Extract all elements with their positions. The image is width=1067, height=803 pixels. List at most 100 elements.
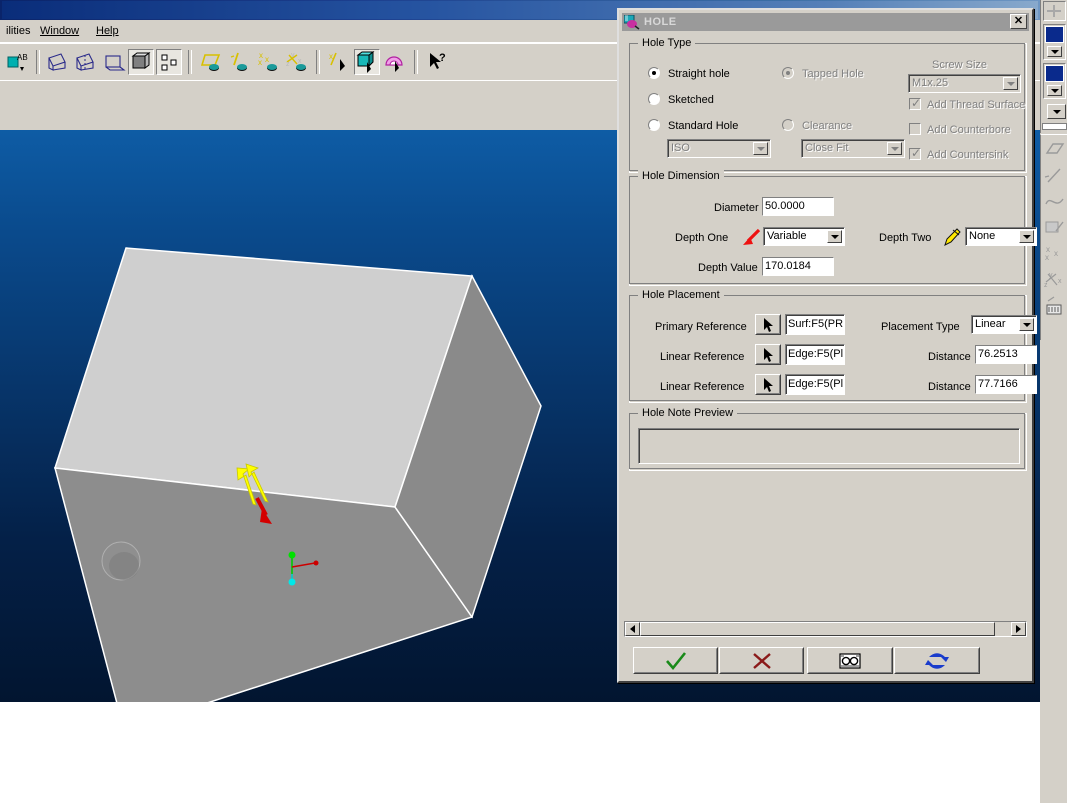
right-panel-top [1040, 0, 1067, 133]
spin-center-icon[interactable]: x [326, 49, 352, 75]
select-arrow-icon [764, 378, 773, 392]
color-swatch [1045, 26, 1064, 43]
linear-reference-1-pick-button[interactable] [755, 344, 781, 365]
screw-size-combo: M1x.25 [908, 74, 1021, 93]
chevron-down-icon [753, 142, 768, 155]
analysis-icon[interactable] [1043, 295, 1066, 320]
datum-csys-display-icon[interactable]: y z x [284, 49, 310, 75]
rebuild-button[interactable] [894, 647, 980, 674]
checkbox-add-countersink: ✓ [909, 146, 922, 160]
linear-reference-2-input[interactable]: Edge:F5(Pl [785, 374, 845, 395]
plane-icon[interactable] [1043, 139, 1066, 164]
datum-axis-icon[interactable] [72, 49, 98, 75]
cancel-button[interactable] [719, 647, 804, 674]
checkbox-add-counterbore-label: Add Counterbore [927, 124, 1011, 136]
radio-tapped-hole-label: Tapped Hole [802, 68, 864, 80]
hole-note-preview-text[interactable] [638, 428, 1020, 464]
primary-reference-input[interactable]: Surf:F5(PR [785, 314, 845, 335]
standard-combo: ISO [667, 139, 771, 158]
refit-icon[interactable] [382, 49, 408, 75]
hole-dialog-title: HOLE [644, 16, 677, 28]
diameter-input[interactable]: 50.0000 [762, 197, 834, 216]
menu-item-help[interactable]: Help [92, 24, 123, 38]
depth-one-combo-value: Variable [767, 230, 807, 242]
spline-icon[interactable] [1043, 191, 1066, 216]
datum-point-icon[interactable]: x x x [1043, 243, 1066, 268]
depth-one-combo[interactable]: Variable [763, 227, 845, 246]
svg-text:AB: AB [17, 53, 28, 62]
menu-item-window-label: Window [40, 25, 80, 37]
svg-text:x: x [265, 55, 269, 64]
datum-csys-icon[interactable]: y z x [1043, 269, 1066, 294]
chevron-down-icon[interactable] [1019, 318, 1034, 331]
depth-value-input[interactable]: 170.0184 [762, 257, 834, 276]
scroll-right-icon[interactable] [1011, 622, 1026, 636]
yellow-arrow-icon [941, 226, 963, 248]
svg-text:z: z [286, 61, 290, 68]
color-swatch-combo[interactable] [1043, 24, 1066, 60]
checkbox-add-thread-surface-label: Add Thread Surface [927, 99, 1026, 111]
zoom-box-icon[interactable] [354, 49, 380, 75]
scroll-left-icon[interactable] [625, 622, 640, 636]
scrollbar-thumb[interactable] [640, 622, 995, 636]
linear-reference-1-input[interactable]: Edge:F5(Pl [785, 344, 845, 365]
primary-reference-pick-button[interactable] [755, 314, 781, 335]
chevron-down-icon [1003, 77, 1018, 90]
svg-text:x: x [1058, 278, 1062, 285]
hole-dialog-titlebar[interactable]: HOLE ✕ [622, 13, 1029, 31]
color-swatch-2 [1045, 65, 1064, 82]
datum-axis-display-icon[interactable] [228, 49, 254, 75]
depth-value-label: Depth Value [698, 262, 758, 274]
point-cloud-icon[interactable] [1043, 217, 1066, 242]
color-swatch-combo-2[interactable] [1043, 63, 1066, 99]
diameter-label: Diameter [714, 202, 759, 214]
depth-two-combo[interactable]: None [965, 227, 1037, 246]
close-icon[interactable]: ✕ [1010, 14, 1027, 29]
checkbox-add-countersink-label: Add Countersink [927, 149, 1009, 161]
fit-combo-value: Close Fit [805, 142, 849, 154]
datum-plane-display-icon[interactable] [200, 49, 226, 75]
hole-note-preview-group: Hole Note Preview [629, 407, 1027, 471]
linear-reference-2-pick-button[interactable] [755, 374, 781, 395]
wireframe-display-icon[interactable] [156, 49, 182, 75]
menu-item-window[interactable]: Window [36, 24, 83, 38]
distance-one-input[interactable]: 76.2513 [975, 345, 1037, 364]
toolbar-separator-3 [316, 50, 320, 74]
layer-dropdown[interactable] [1047, 104, 1066, 119]
distance-two-input[interactable]: 77.7166 [975, 375, 1037, 394]
datum-point-icon[interactable] [100, 49, 126, 75]
check-tick-icon: ✓ [911, 146, 922, 160]
preview-button[interactable] [807, 647, 893, 674]
right-panel-icon-list: x x x y z x [1040, 134, 1067, 340]
svg-text:x: x [258, 58, 262, 67]
layer-field[interactable] [1042, 123, 1067, 130]
right-panel-header-button[interactable] [1043, 1, 1066, 21]
datum-plane-icon[interactable] [44, 49, 70, 75]
radio-standard-hole[interactable] [648, 119, 660, 131]
dialog-horizontal-scrollbar[interactable] [624, 621, 1027, 637]
line-icon[interactable] [1043, 165, 1066, 190]
svg-text:x: x [1045, 253, 1049, 262]
shaded-display-icon[interactable] [128, 49, 154, 75]
accept-button[interactable] [633, 647, 718, 674]
toolbar-separator-1 [36, 50, 40, 74]
radio-sketched[interactable] [648, 93, 660, 105]
menu-item-utilities[interactable]: ilities [2, 24, 34, 38]
csys-y-axis [288, 551, 296, 559]
chevron-down-icon-2[interactable] [1047, 85, 1062, 96]
placement-type-value: Linear [975, 318, 1006, 330]
placement-type-combo[interactable]: Linear [971, 315, 1037, 334]
checkbox-add-counterbore [909, 123, 921, 135]
chevron-down-icon[interactable] [1019, 230, 1034, 243]
chevron-down-icon[interactable] [827, 230, 842, 243]
hole-type-group: Hole Type Straight hole Sketched Standar… [629, 37, 1027, 173]
depth-two-label: Depth Two [879, 232, 932, 244]
hole-placement-group: Hole Placement Primary Reference Surf:F5… [629, 289, 1037, 403]
help-pointer-icon[interactable]: ? [424, 49, 450, 75]
hole-dimension-group: Hole Dimension Diameter 50.0000 Depth On… [629, 170, 1037, 286]
chevron-down-icon[interactable] [1047, 46, 1062, 57]
blue-refresh-icon [925, 652, 949, 669]
text-annotation-icon[interactable]: AB [4, 49, 30, 75]
datum-point-display-icon[interactable]: x x x [256, 49, 282, 75]
radio-straight-hole[interactable] [648, 67, 660, 79]
